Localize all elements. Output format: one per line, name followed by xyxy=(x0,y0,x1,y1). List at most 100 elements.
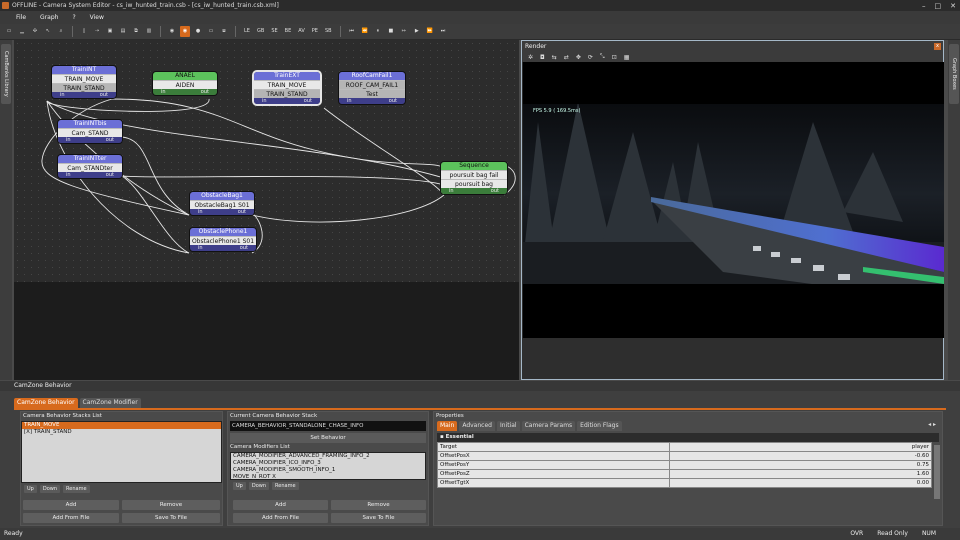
node-trainext[interactable]: TrainEXT TRAIN_MOVE TRAIN_STAND in out xyxy=(254,72,320,104)
save-icon[interactable]: ▣ xyxy=(105,26,115,37)
node-item[interactable]: ObstacleBag1 S01 xyxy=(190,200,254,209)
menu-help[interactable]: ? xyxy=(72,11,75,24)
node-item[interactable]: poursuit bag fail xyxy=(441,170,507,179)
node-anael[interactable]: ANAEL AIDEN in out xyxy=(153,72,217,95)
prop-value[interactable]: 0.75 xyxy=(669,460,932,470)
node-sequence[interactable]: Sequence poursuit bag fail poursuit bag … xyxy=(441,162,507,194)
link-icon[interactable]: ⇆ xyxy=(552,54,557,61)
node-traininitter[interactable]: TrainINTter Cam_STANDter in out xyxy=(58,155,122,178)
zoom-icon[interactable]: ⌕ xyxy=(56,26,66,37)
cursor-icon[interactable]: ↖ xyxy=(43,26,53,37)
stacks-list[interactable]: TRAIN_MOVE [X] TRAIN_STAND xyxy=(21,421,222,483)
stop-icon[interactable]: ■ xyxy=(386,26,396,37)
tab-graph-boxes[interactable]: Graph Boxes xyxy=(949,44,959,104)
in-port[interactable]: in xyxy=(161,89,166,95)
toolbar-le[interactable]: LE xyxy=(242,26,252,37)
out-port[interactable]: out xyxy=(106,137,114,143)
toolbar-se[interactable]: SE xyxy=(269,26,279,37)
end-icon[interactable]: ⏭ xyxy=(438,26,448,37)
tab-scroll-icon[interactable]: ◂ ▸ xyxy=(928,421,942,431)
forward-icon[interactable]: ⏩ xyxy=(425,26,435,37)
toolbar-av[interactable]: AV xyxy=(296,26,307,37)
list-item[interactable]: [X] TRAIN_STAND xyxy=(22,429,221,436)
save-as-icon[interactable]: ▤ xyxy=(118,26,128,37)
tab-initial[interactable]: Initial xyxy=(496,421,520,431)
out-port[interactable]: out xyxy=(304,98,312,104)
table-row[interactable]: OffsetPosY 0.75 xyxy=(436,460,932,470)
prop-value[interactable]: 0.00 xyxy=(669,478,932,488)
list-item[interactable]: CAMERA_MODIFIER_ADVANCED_FRAMING_INFO_2 xyxy=(231,453,425,460)
toolbar-pe[interactable]: PE xyxy=(310,26,320,37)
frames-icon[interactable]: ⧈ xyxy=(219,26,229,37)
prop-value[interactable]: player xyxy=(669,442,932,452)
link-icon[interactable]: ⇢ xyxy=(92,26,102,37)
table-row[interactable]: OffsetTgtX 0.00 xyxy=(436,478,932,488)
down-button[interactable]: Down xyxy=(39,485,61,493)
tab-advanced[interactable]: Advanced xyxy=(459,421,495,431)
doc-icon[interactable]: ▯ xyxy=(79,26,89,37)
add-button[interactable]: Add xyxy=(233,500,328,510)
tab-main[interactable]: Main xyxy=(437,421,458,431)
modifiers-list[interactable]: CAMERA_MODIFIER_ADVANCED_FRAMING_INFO_2 … xyxy=(230,452,426,480)
properties-scrollbar[interactable] xyxy=(934,445,940,499)
in-port[interactable]: in xyxy=(198,245,203,251)
menu-file[interactable]: File xyxy=(16,11,26,24)
node-obstaclephone[interactable]: ObstaclePhone1 ObstaclePhone1 S01 in out xyxy=(190,228,256,251)
save-to-file-button[interactable]: Save To File xyxy=(331,513,426,523)
node-item[interactable]: TRAIN_MOVE xyxy=(52,74,116,83)
rename-button[interactable]: Rename xyxy=(63,485,90,493)
toolbar-sb[interactable]: SB xyxy=(323,26,334,37)
up-button[interactable]: Up xyxy=(24,485,37,493)
step-icon[interactable]: ↦ xyxy=(399,26,409,37)
rotate-icon[interactable]: ⟳ xyxy=(588,54,593,61)
list-item[interactable]: CAMERA_MODIFIER_SMOOTH_INFO_1 xyxy=(231,467,425,474)
graph-canvas[interactable]: TrainINT TRAIN_MOVE TRAIN_STAND in out AN… xyxy=(14,40,519,380)
out-port[interactable]: out xyxy=(100,92,108,98)
down-button[interactable]: Down xyxy=(248,482,270,490)
play-icon[interactable]: ▶ xyxy=(412,26,422,37)
up-button[interactable]: Up xyxy=(233,482,246,490)
in-port[interactable]: in xyxy=(347,98,352,104)
out-port[interactable]: out xyxy=(491,188,499,194)
tab-cambanks-library[interactable]: CamBanks Library xyxy=(1,44,11,104)
list-item[interactable]: CAMERA_MODIFIER_ICO_INFO_3 xyxy=(231,460,425,467)
pin-icon[interactable]: ✣ xyxy=(30,26,40,37)
node-item[interactable]: ROOF_CAM_FAIL1 xyxy=(339,80,405,89)
list-item[interactable]: TRAIN_MOVE xyxy=(22,422,221,429)
tab-camera-params[interactable]: Camera Params xyxy=(521,421,576,431)
paste-icon[interactable]: ▥ xyxy=(144,26,154,37)
flat-icon[interactable]: ▁ xyxy=(17,26,27,37)
table-row[interactable]: Target player xyxy=(436,442,932,452)
in-port[interactable]: in xyxy=(66,137,71,143)
tab-camzone-modifier[interactable]: CamZone Modifier xyxy=(79,398,141,408)
toolbar-be[interactable]: BE xyxy=(283,26,294,37)
frame-icon[interactable]: ▭ xyxy=(206,26,216,37)
node-item[interactable]: ObstaclePhone1 S01 xyxy=(190,236,256,245)
menu-graph[interactable]: Graph xyxy=(40,11,58,24)
camera-icon[interactable]: ◘ xyxy=(540,54,545,61)
snap-icon[interactable]: ⊡ xyxy=(612,54,617,61)
add-from-file-button[interactable]: Add From File xyxy=(233,513,328,523)
table-row[interactable]: OffsetPosZ 1.60 xyxy=(436,469,932,479)
out-port[interactable]: out xyxy=(238,209,246,215)
section-essential[interactable]: ▪ Essential xyxy=(437,433,939,442)
rewind-icon[interactable]: ⏪ xyxy=(360,26,370,37)
node-item[interactable]: TRAIN_MOVE xyxy=(254,80,320,89)
move-icon[interactable]: ✥ xyxy=(576,54,581,61)
node-item[interactable]: TRAIN_STAND xyxy=(52,83,116,92)
settings-icon[interactable]: ✲ xyxy=(528,54,533,61)
out-port[interactable]: out xyxy=(201,89,209,95)
new-icon[interactable]: ▭ xyxy=(4,26,14,37)
in-port[interactable]: in xyxy=(198,209,203,215)
rename-button[interactable]: Rename xyxy=(272,482,299,490)
node-item[interactable]: Test xyxy=(339,89,405,98)
remove-button[interactable]: Remove xyxy=(122,500,220,510)
in-port[interactable]: in xyxy=(449,188,454,194)
current-behavior-field[interactable]: CAMERA_BEHAVIOR_STANDALONE_CHASE_INFO xyxy=(230,421,426,431)
camera-active-icon[interactable]: ◉ xyxy=(180,26,190,37)
node-item[interactable]: TRAIN_STAND xyxy=(254,89,320,98)
tab-edition-flags[interactable]: Edition Flags xyxy=(577,421,622,431)
in-port[interactable]: in xyxy=(262,98,267,104)
node-item[interactable]: Cam_STAND xyxy=(58,128,122,137)
pause-icon[interactable]: ⏸ xyxy=(373,26,383,37)
